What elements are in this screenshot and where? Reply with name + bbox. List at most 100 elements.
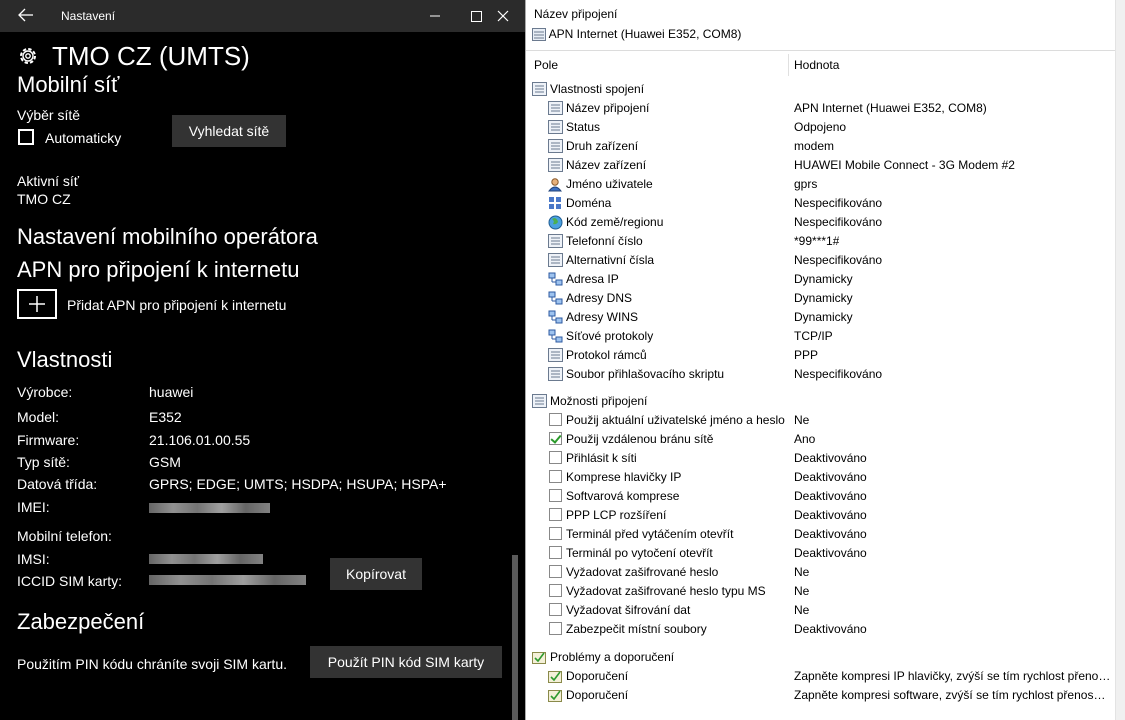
field-label: Síťové protokoly bbox=[566, 329, 654, 343]
property-row[interactable]: Doporučení Zapněte kompresi IP hlavičky, … bbox=[526, 667, 1116, 686]
field-value: Deaktivováno bbox=[794, 508, 867, 522]
group-header[interactable]: Problémy a doporučení bbox=[526, 648, 1116, 667]
property-row[interactable]: Vyžadovat šifrování dat Ne bbox=[526, 601, 1116, 620]
property-row[interactable]: Terminál před vytáčením otevřít Deaktivov… bbox=[526, 525, 1116, 544]
field-value: Ne bbox=[794, 413, 810, 427]
field-value: Ano bbox=[794, 432, 816, 446]
security-description: Použitím PIN kódu chráníte svoji SIM kar… bbox=[17, 656, 287, 672]
network-icon bbox=[548, 291, 563, 305]
property-row[interactable]: Přihlásit k síti Deaktivováno bbox=[526, 449, 1116, 468]
property-row[interactable]: Telefonní číslo *99***1# bbox=[526, 232, 1116, 251]
property-row[interactable]: Kód země/regionu Nespecifikováno bbox=[526, 213, 1116, 232]
prop-icon bbox=[548, 253, 563, 267]
field-value: Ne bbox=[794, 603, 810, 617]
property-row[interactable]: Název zařízení HUAWEI Mobile Connect - 3G… bbox=[526, 156, 1116, 175]
unchecked-checkbox[interactable] bbox=[549, 470, 562, 483]
field-label: Soubor přihlašovacího skriptu bbox=[566, 367, 725, 381]
property-row[interactable]: Komprese hlavičky IP Deaktivováno bbox=[526, 468, 1116, 487]
prop-icon bbox=[532, 394, 547, 408]
unchecked-checkbox[interactable] bbox=[549, 508, 562, 521]
column-divider[interactable] bbox=[788, 54, 789, 76]
imsi-label: IMSI: bbox=[17, 551, 50, 567]
property-row[interactable]: Doporučení Zapněte kompresi software, zvý… bbox=[526, 686, 1116, 705]
unchecked-checkbox[interactable] bbox=[549, 527, 562, 540]
property-row[interactable]: Adresa IP Dynamicky bbox=[526, 270, 1116, 289]
automatic-label: Automaticky bbox=[45, 130, 122, 146]
field-label: Použij aktuální uživatelské jméno a hesl… bbox=[566, 413, 785, 427]
property-row[interactable]: Soubor přihlašovacího skriptu Nespecifiko… bbox=[526, 365, 1116, 384]
property-row[interactable]: Název připojení APN Internet (Huawei E352… bbox=[526, 99, 1116, 118]
group-header[interactable]: Vlastnosti spojení bbox=[526, 80, 1116, 99]
field-value: Zapněte kompresi software, zvýší se tím … bbox=[794, 688, 1112, 702]
recommend-icon bbox=[532, 652, 546, 664]
network-icon bbox=[548, 329, 563, 343]
field-value: modem bbox=[794, 139, 835, 153]
redacted-imsi bbox=[149, 554, 263, 564]
field-label: Terminál po vytočení otevřít bbox=[566, 546, 713, 560]
property-row[interactable]: Adresy DNS Dynamicky bbox=[526, 289, 1116, 308]
field-value: Deaktivováno bbox=[794, 489, 867, 503]
property-row[interactable]: Použij vzdálenou bránu sítě Ano bbox=[526, 430, 1116, 449]
property-row[interactable]: Doména Nespecifikováno bbox=[526, 194, 1116, 213]
property-row[interactable]: Terminál po vytočení otevřít Deaktivováno bbox=[526, 544, 1116, 563]
unchecked-checkbox[interactable] bbox=[549, 565, 562, 578]
field-value: Nespecifikováno bbox=[794, 196, 883, 210]
unchecked-checkbox[interactable] bbox=[549, 603, 562, 616]
property-row[interactable]: Použij aktuální uživatelské jméno a hesl… bbox=[526, 411, 1116, 430]
field-value: Deaktivováno bbox=[794, 470, 867, 484]
unchecked-checkbox[interactable] bbox=[549, 584, 562, 597]
property-row[interactable]: Softvarová komprese Deaktivováno bbox=[526, 487, 1116, 506]
property-row[interactable]: Zabezpečit místní soubory Deaktivováno bbox=[526, 620, 1116, 639]
back-button[interactable] bbox=[10, 4, 40, 28]
scrollbar-thumb[interactable] bbox=[512, 555, 518, 720]
property-label: Model: bbox=[17, 409, 60, 425]
maximize-icon bbox=[471, 11, 482, 22]
property-row[interactable]: Síťové protokoly TCP/IP bbox=[526, 327, 1116, 346]
unchecked-checkbox[interactable] bbox=[549, 489, 562, 502]
property-row[interactable]: Vyžadovat zašifrované heslo typu MS Ne bbox=[526, 582, 1116, 601]
field-label: Vyžadovat šifrování dat bbox=[566, 603, 691, 617]
field-value: Dynamicky bbox=[794, 291, 853, 305]
minimize-button[interactable] bbox=[420, 4, 450, 28]
search-networks-button[interactable]: Vyhledat sítě bbox=[172, 115, 286, 147]
field-label: Doporučení bbox=[566, 669, 629, 683]
maximize-button[interactable] bbox=[461, 4, 491, 28]
column-header-value[interactable]: Hodnota bbox=[794, 52, 839, 78]
property-row[interactable]: Status Odpojeno bbox=[526, 118, 1116, 137]
unchecked-checkbox[interactable] bbox=[549, 546, 562, 559]
field-label: Název připojení bbox=[566, 101, 650, 115]
vertical-scrollbar[interactable] bbox=[1115, 0, 1125, 720]
unchecked-checkbox[interactable] bbox=[549, 451, 562, 464]
minimize-icon bbox=[430, 15, 440, 17]
property-row[interactable]: Jméno uživatele gprs bbox=[526, 175, 1116, 194]
property-row[interactable]: Druh zařízení modem bbox=[526, 137, 1116, 156]
field-label: Alternativní čísla bbox=[566, 253, 655, 267]
property-row[interactable]: Adresy WINS Dynamicky bbox=[526, 308, 1116, 327]
unchecked-checkbox[interactable] bbox=[549, 413, 562, 426]
prop-icon bbox=[548, 139, 563, 153]
add-apn-button[interactable] bbox=[17, 289, 57, 319]
prop-icon bbox=[548, 348, 563, 362]
group-title: Problémy a doporučení bbox=[550, 650, 675, 664]
connection-name-header: APN Internet (Huawei E352, COM8) bbox=[532, 27, 741, 41]
column-header-field[interactable]: Pole bbox=[534, 52, 558, 78]
group-header[interactable]: Možnosti připojení bbox=[526, 392, 1116, 411]
network-icon bbox=[548, 310, 563, 324]
field-label: Název zařízení bbox=[566, 158, 647, 172]
field-label: Status bbox=[566, 120, 601, 134]
unchecked-checkbox[interactable] bbox=[549, 622, 562, 635]
field-label: Vyžadovat zašifrované heslo bbox=[566, 565, 719, 579]
field-label: Druh zařízení bbox=[566, 139, 639, 153]
property-row[interactable]: Alternativní čísla Nespecifikováno bbox=[526, 251, 1116, 270]
add-apn-label[interactable]: Přidat APN pro připojení k internetu bbox=[67, 297, 286, 313]
field-value: Nespecifikováno bbox=[794, 253, 883, 267]
property-row[interactable]: Protokol rámců PPP bbox=[526, 346, 1116, 365]
close-button[interactable] bbox=[488, 4, 518, 28]
use-pin-button[interactable]: Použít PIN kód SIM karty bbox=[310, 646, 502, 678]
property-row[interactable]: PPP LCP rozšíření Deaktivováno bbox=[526, 506, 1116, 525]
property-row[interactable]: Vyžadovat zašifrované heslo Ne bbox=[526, 563, 1116, 582]
copy-button[interactable]: Kopírovat bbox=[330, 558, 422, 590]
checked-checkbox[interactable] bbox=[549, 432, 562, 445]
automatic-checkbox[interactable] bbox=[18, 129, 34, 145]
field-value: Dynamicky bbox=[794, 272, 853, 286]
